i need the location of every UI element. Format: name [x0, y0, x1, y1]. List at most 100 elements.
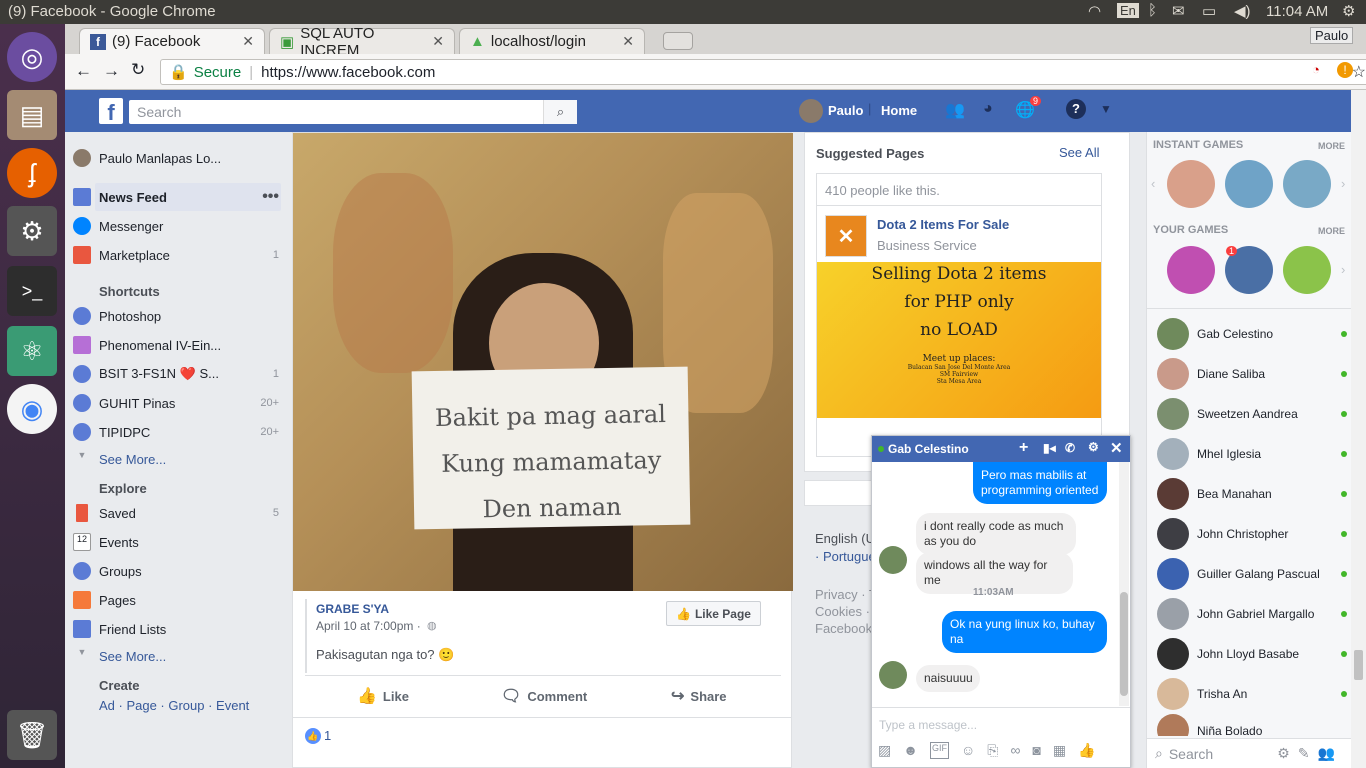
like-reaction-icon[interactable]: 👍: [305, 728, 321, 744]
game-avatar[interactable]: [1167, 160, 1215, 208]
shortcut-guhit[interactable]: GUHIT Pinas 20+: [73, 392, 279, 414]
volume-icon[interactable]: ◀): [1234, 2, 1251, 20]
create-links[interactable]: Ad · Page · Group · Event: [99, 698, 249, 713]
post-date[interactable]: April 10 at 7:00pm ·: [316, 619, 421, 633]
chevron-right-icon[interactable]: ›: [1341, 262, 1345, 277]
shortcut-phenomenal[interactable]: Phenomenal IV-Ein...: [73, 334, 279, 356]
settings-icon[interactable]: ⚙: [7, 206, 57, 256]
reload-icon[interactable]: ↻: [131, 60, 145, 80]
chevron-left-icon[interactable]: ‹: [1151, 176, 1155, 191]
share-button[interactable]: ↪ Share: [671, 686, 727, 706]
like-button[interactable]: 👍 Like: [357, 686, 409, 706]
friend-item[interactable]: Sweetzen Aandrea: [1157, 394, 1347, 434]
language-indicator[interactable]: En: [1117, 3, 1139, 18]
post-photo[interactable]: Bakit pa mag aaral Kung mamamatay Den na…: [293, 133, 793, 591]
bookmark-star-icon[interactable]: ☆: [1352, 62, 1366, 82]
game-icon[interactable]: [1283, 246, 1331, 294]
photo-icon[interactable]: ▨: [878, 742, 891, 759]
message-input[interactable]: Type a message...: [879, 718, 977, 732]
chat-title[interactable]: Gab Celestino: [888, 442, 969, 456]
language-current[interactable]: English (U: [815, 531, 875, 546]
close-tab-icon[interactable]: ✕: [242, 33, 254, 50]
mail-icon[interactable]: ✉: [1172, 2, 1185, 20]
friend-item[interactable]: Trisha An: [1157, 674, 1347, 714]
friend-item[interactable]: John Lloyd Basabe: [1157, 634, 1347, 674]
friend-item[interactable]: Niña Bolado: [1157, 714, 1347, 736]
friend-item[interactable]: Gab Celestino: [1157, 314, 1347, 354]
wifi-icon[interactable]: ◠: [1088, 2, 1101, 20]
url-field[interactable]: 🔒 Secure | https://www.facebook.com ☆: [160, 59, 1366, 85]
chrome-icon[interactable]: ◉: [7, 384, 57, 434]
see-all-link[interactable]: See All: [1059, 145, 1099, 160]
scrollbar-thumb[interactable]: [1354, 650, 1363, 680]
friend-item[interactable]: Guiller Galang Pascual: [1157, 554, 1347, 594]
video-call-icon[interactable]: ▮◂: [1043, 441, 1056, 455]
explore-saved[interactable]: Saved 5: [76, 502, 279, 524]
extension-icon[interactable]: ◔: [1312, 62, 1320, 77]
shortcut-bsit[interactable]: BSIT 3-FS1N ❤️ S... 1: [73, 363, 279, 385]
friend-item[interactable]: Bea Manahan: [1157, 474, 1347, 514]
profile-button[interactable]: Paulo: [1310, 27, 1354, 44]
clock[interactable]: 11:04 AM: [1266, 3, 1328, 20]
sticker-icon[interactable]: ☻: [903, 742, 918, 759]
post-page-name[interactable]: GRABE S'YA: [316, 602, 389, 616]
tab-facebook[interactable]: f (9) Facebook ✕: [79, 28, 265, 54]
explore-groups[interactable]: Groups: [73, 560, 279, 582]
files-icon[interactable]: ▤: [7, 90, 57, 140]
shortcut-tipidpc[interactable]: TIPIDPC 20+: [73, 421, 279, 443]
explore-pages[interactable]: Pages: [73, 589, 279, 611]
ubuntu-icon[interactable]: ◎: [7, 32, 57, 82]
friend-item[interactable]: Diane Saliba: [1157, 354, 1347, 394]
back-icon[interactable]: ←: [75, 61, 92, 81]
phone-icon[interactable]: ✆: [1065, 441, 1075, 455]
chat-header[interactable]: Gab Celestino + ▮◂ ✆ ⚙ ✕: [872, 436, 1130, 462]
close-icon[interactable]: ✕: [1110, 439, 1123, 457]
tab-sql[interactable]: ▣ SQL AUTO INCREM ✕: [269, 25, 455, 59]
close-tab-icon[interactable]: ✕: [432, 33, 444, 50]
chevron-down-icon[interactable]: ▼: [1100, 102, 1112, 116]
help-icon[interactable]: ?: [1066, 99, 1086, 119]
comment-button[interactable]: 🗨 Comment: [501, 686, 587, 706]
attachment-icon[interactable]: ⎘: [987, 742, 998, 759]
like-page-button[interactable]: 👍 Like Page: [666, 601, 761, 626]
chevron-right-icon[interactable]: ›: [1341, 176, 1345, 191]
close-tab-icon[interactable]: ✕: [622, 33, 634, 50]
avatar[interactable]: [799, 99, 823, 123]
update-alert-icon[interactable]: !: [1337, 62, 1353, 78]
page-scrollbar[interactable]: [1351, 90, 1366, 768]
more-options-icon[interactable]: •••: [262, 188, 279, 206]
chat-scrollbar[interactable]: [1119, 462, 1129, 706]
sidebar-item-messenger[interactable]: Messenger: [73, 215, 279, 237]
trash-icon[interactable]: 🗑: [7, 710, 57, 760]
footer-links[interactable]: Privacy · T: [815, 587, 877, 602]
page-cover-image[interactable]: Selling Dota 2 items for PHP only no LOA…: [817, 262, 1101, 418]
messenger-icon[interactable]: ◕: [983, 100, 993, 118]
forward-icon[interactable]: →: [103, 61, 120, 81]
atom-icon[interactable]: ⚛: [7, 326, 57, 376]
footer-links[interactable]: Cookies ·: [815, 604, 870, 619]
search-icon[interactable]: ⌕: [543, 100, 577, 124]
table-icon[interactable]: ▦: [1053, 742, 1066, 759]
friend-item[interactable]: Mhel Iglesia: [1157, 434, 1347, 474]
firefox-icon[interactable]: ʄ: [7, 148, 57, 198]
sidebar-item-news-feed[interactable]: News Feed •••: [73, 186, 279, 208]
facebook-logo-icon[interactable]: f: [99, 98, 123, 125]
explore-events[interactable]: 12 Events: [73, 531, 279, 553]
see-more-explore[interactable]: ▼ See More...: [78, 645, 279, 667]
new-tab-button[interactable]: [663, 32, 693, 50]
friend-requests-icon[interactable]: 👥: [945, 100, 965, 120]
game-avatar[interactable]: [1225, 160, 1273, 208]
profile-link[interactable]: Paulo: [828, 103, 863, 118]
battery-icon[interactable]: ▭: [1202, 2, 1216, 20]
more-games-link[interactable]: MORE: [1318, 141, 1345, 151]
terminal-icon[interactable]: >_: [7, 266, 57, 316]
facebook-search-input[interactable]: Search: [129, 100, 577, 124]
gif-icon[interactable]: GIF: [929, 742, 949, 759]
game-tetris-icon[interactable]: [1167, 246, 1215, 294]
language-option[interactable]: · Portugue: [815, 549, 876, 564]
reaction-count[interactable]: 1: [324, 728, 331, 743]
tab-localhost[interactable]: ▲ localhost/login ✕: [459, 28, 645, 54]
link-icon[interactable]: ∞: [1010, 742, 1020, 759]
shortcut-photoshop[interactable]: Photoshop: [73, 305, 279, 327]
camera-icon[interactable]: ◙: [1032, 742, 1040, 759]
